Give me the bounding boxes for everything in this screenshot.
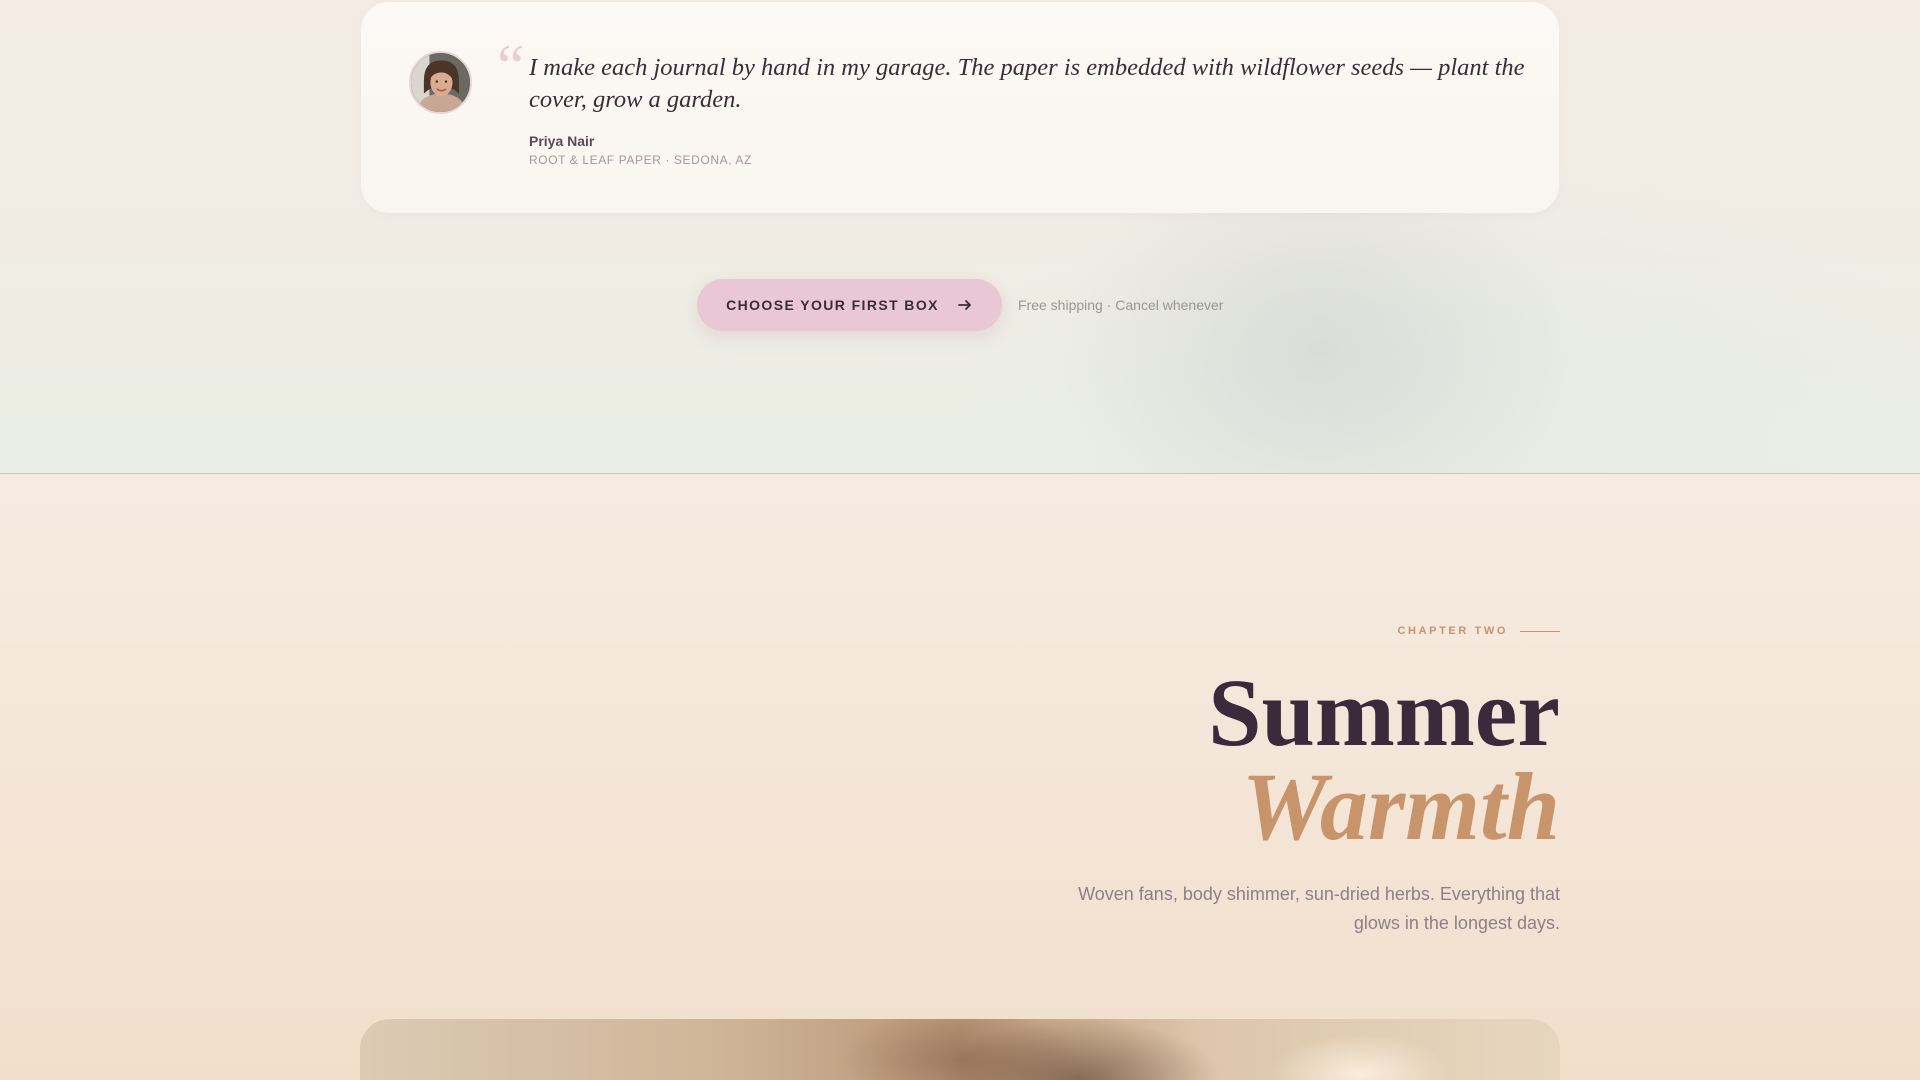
eyebrow-row: CHAPTER TWO [1398,625,1560,637]
choose-first-box-button[interactable]: CHOOSE YOUR FIRST BOX [697,279,1002,331]
author-name: Priya Nair [529,133,595,149]
testimonial-card: “ I make each journal by hand in my gara… [361,2,1559,213]
chapter-description: Woven fans, body shimmer, sun-dried herb… [1078,884,1560,933]
chapter-feature-image [360,1019,1560,1080]
chapter-two-section: CHAPTER TWO Summer Warmth Woven fans, bo… [0,475,1920,1080]
chapter-title-line-2: Warmth [1241,753,1560,860]
chapter-eyebrow: CHAPTER TWO [1397,625,1508,637]
eyebrow-divider [1520,630,1560,632]
cta-button-label: CHOOSE YOUR FIRST BOX [726,297,939,313]
author-meta: ROOT & LEAF PAPER · SEDONA, AZ [529,153,752,167]
portrait-icon [411,53,470,112]
cta-note: Free shipping · Cancel whenever [1018,297,1224,313]
chapter-title-line-1: Summer [1208,659,1560,766]
quote-mark-icon: “ [497,33,525,101]
arrow-right-icon [957,300,971,310]
testimonial-quote: I make each journal by hand in my garage… [529,54,1525,113]
testimonial-section: “ I make each journal by hand in my gara… [0,0,1920,474]
portrait-avatar [409,51,472,114]
